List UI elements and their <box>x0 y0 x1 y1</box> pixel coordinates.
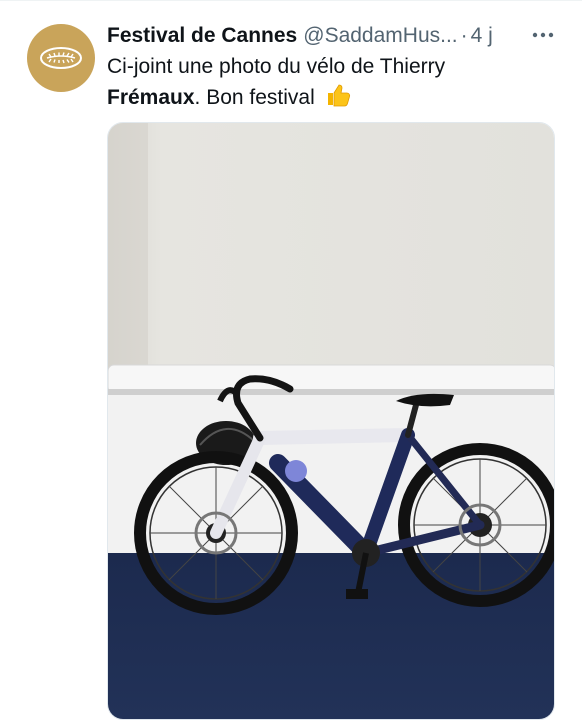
timestamp[interactable]: 4 j <box>471 24 493 48</box>
ellipsis-icon <box>532 32 554 38</box>
separator-dot: · <box>460 24 468 47</box>
more-options-button[interactable] <box>530 23 556 47</box>
display-name[interactable]: Festival de Cannes <box>107 24 297 48</box>
tweet-text: Ci-joint une photo du vélo de Thierry Fr… <box>107 52 547 117</box>
tweet-text-part2: . Bon festival <box>194 86 315 109</box>
tweet-text-bold: Frémaux <box>107 86 195 109</box>
tweet-text-part1: Ci-joint une photo du vélo de Thierry <box>107 55 446 78</box>
thumbs-up-icon <box>325 82 351 117</box>
tweet-header: Festival de Cannes @SaddamHus... · 4 j <box>107 20 567 52</box>
bicycle-photo <box>108 123 554 719</box>
user-handle[interactable]: @SaddamHus... <box>303 24 457 48</box>
tweet-photo[interactable] <box>107 122 555 720</box>
avatar[interactable] <box>27 24 95 92</box>
palme-logo-icon <box>40 47 82 69</box>
top-divider <box>0 0 582 1</box>
